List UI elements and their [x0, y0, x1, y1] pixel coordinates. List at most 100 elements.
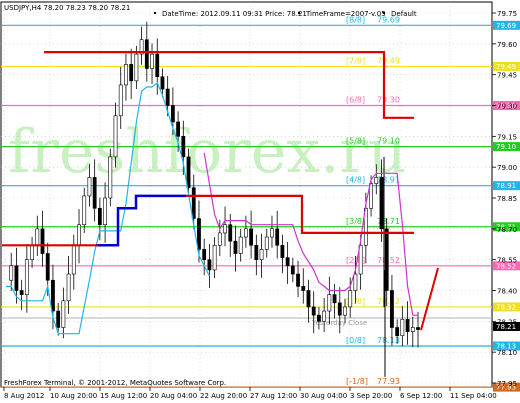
candle-body	[144, 39, 149, 69]
murrey-level-value: 78.32	[377, 297, 400, 306]
price-tick-label: 78.10	[497, 349, 517, 357]
murrey-axis-badge-label: 79.69	[496, 22, 516, 30]
time-tick-label: 10 Aug 20:00	[50, 392, 97, 400]
symbol-info: USDJPY,H4 78.20 78.23 78.20 78.21	[4, 4, 130, 12]
time-tick-label: 22 Aug 20:00	[200, 392, 247, 400]
time-tick-label: 3 Sep 20:00	[350, 392, 392, 400]
candle-body	[9, 265, 14, 281]
murrey-axis-badge-label: 78.32	[496, 303, 516, 311]
datetime-info: DateTime: 2012.09.11 09:31 Price: 78.21	[162, 10, 307, 18]
candle-body	[197, 218, 201, 250]
candle-body	[384, 228, 389, 291]
time-tick-label: 6 Sep 12:00	[400, 392, 442, 400]
candle-body	[35, 228, 40, 246]
candle-body	[301, 286, 306, 291]
time-tick-label: 30 Aug 04:00	[300, 392, 347, 400]
candle-body	[51, 279, 55, 312]
candle-body	[374, 177, 379, 184]
murrey-level-value: 79.30	[377, 96, 400, 105]
candle-body	[40, 228, 45, 254]
candle-body	[113, 115, 118, 158]
murrey-level-name: [3/8]	[346, 217, 365, 226]
candle-body	[249, 228, 254, 246]
time-tick-label: 15 Aug 12:00	[100, 392, 147, 400]
candle-body	[416, 327, 420, 330]
candle-body	[202, 249, 207, 260]
candle-body	[129, 64, 134, 82]
candle-body	[61, 300, 66, 328]
candle-body	[264, 236, 269, 250]
time-tick-label: 8 Aug 2012	[4, 392, 44, 400]
candle-body	[82, 195, 87, 226]
candle-body	[124, 64, 128, 86]
candle-body	[212, 244, 217, 271]
candle-body	[155, 53, 160, 78]
candle-body	[306, 290, 311, 308]
candle-body	[87, 177, 92, 197]
timeframe-info: TimeFrame=2007-v.05	[305, 10, 386, 18]
candle-body	[243, 228, 248, 238]
candle-body	[24, 259, 29, 295]
candle-body	[150, 53, 154, 69]
candle-body	[405, 318, 410, 332]
candle-body	[71, 244, 76, 275]
time-tick-label: 27 Aug 12:00	[250, 392, 297, 400]
candle-body	[134, 53, 139, 82]
candle-body	[290, 265, 295, 275]
candle-body	[191, 187, 196, 219]
candle-body	[14, 265, 19, 291]
murrey-level-value: 77.93	[377, 377, 400, 386]
chart-window[interactable]: freshforex.ru [8/8] 79.69 79.69 [7/8] 79.49 7…	[0, 0, 520, 403]
candle-body	[30, 244, 34, 260]
candle-body	[395, 327, 400, 337]
candle-body	[400, 318, 405, 337]
candle-body	[228, 224, 233, 242]
murrey-axis-badge-label: 78.91	[496, 182, 516, 190]
price-tick-label: 79.45	[497, 72, 517, 80]
price-tick-label: 79.60	[497, 41, 517, 49]
murrey-level-name: [7/8]	[346, 56, 365, 65]
candle-body	[348, 290, 353, 308]
default-label: Default	[391, 10, 417, 18]
candle-body	[66, 273, 71, 302]
candle-body	[311, 306, 316, 316]
candle-body	[45, 253, 50, 281]
candle-body	[56, 310, 61, 328]
murrey-axis-badge-label: 79.10	[496, 143, 516, 151]
candle-body	[118, 84, 123, 117]
candle-body	[353, 273, 358, 291]
candle-body	[181, 136, 186, 158]
price-tick-label: 78.70	[497, 226, 517, 234]
murrey-level-name: [4/8]	[346, 176, 365, 185]
candle-body	[337, 302, 342, 316]
price-tick-label: 78.85	[497, 195, 517, 203]
candle-body	[165, 88, 170, 106]
murrey-level-name: [5/8]	[346, 137, 365, 146]
candle-body	[223, 224, 227, 234]
candle-body	[77, 224, 81, 246]
candle-body	[285, 257, 290, 267]
candle-body	[327, 294, 332, 312]
candle-body	[186, 156, 191, 189]
murrey-axis-badge-label: 79.49	[496, 63, 516, 71]
candle-body	[176, 121, 181, 137]
price-tick-label: 79.00	[497, 164, 517, 172]
candle-body	[254, 244, 259, 260]
price-tick-label: 79.75	[497, 10, 517, 18]
murrey-level-name: [0/8]	[346, 336, 365, 345]
current-price-badge: 78.21	[496, 323, 516, 331]
candle-body	[233, 240, 238, 254]
candle-body	[103, 197, 107, 226]
candle-body	[92, 177, 97, 209]
candle-body	[317, 314, 321, 322]
price-tick-label: 79.15	[497, 133, 517, 141]
price-chart[interactable]: freshforex.ru [8/8] 79.6979.69[7/8] 79.497…	[0, 0, 520, 403]
murrey-level-value: 78.13	[377, 336, 400, 345]
murrey-level-value: 79.10	[377, 137, 400, 146]
candle-body	[275, 228, 280, 246]
candle-body	[19, 290, 24, 295]
candle-body	[379, 177, 384, 230]
candle-body	[322, 310, 327, 322]
footer-copyright: FreshForex Terminal, © 2001-2012, MetaQu…	[4, 379, 226, 387]
time-axis: 8 Aug 2012 10 Aug 20:00 15 Aug 12:00 20 Aug…	[3, 387, 497, 400]
